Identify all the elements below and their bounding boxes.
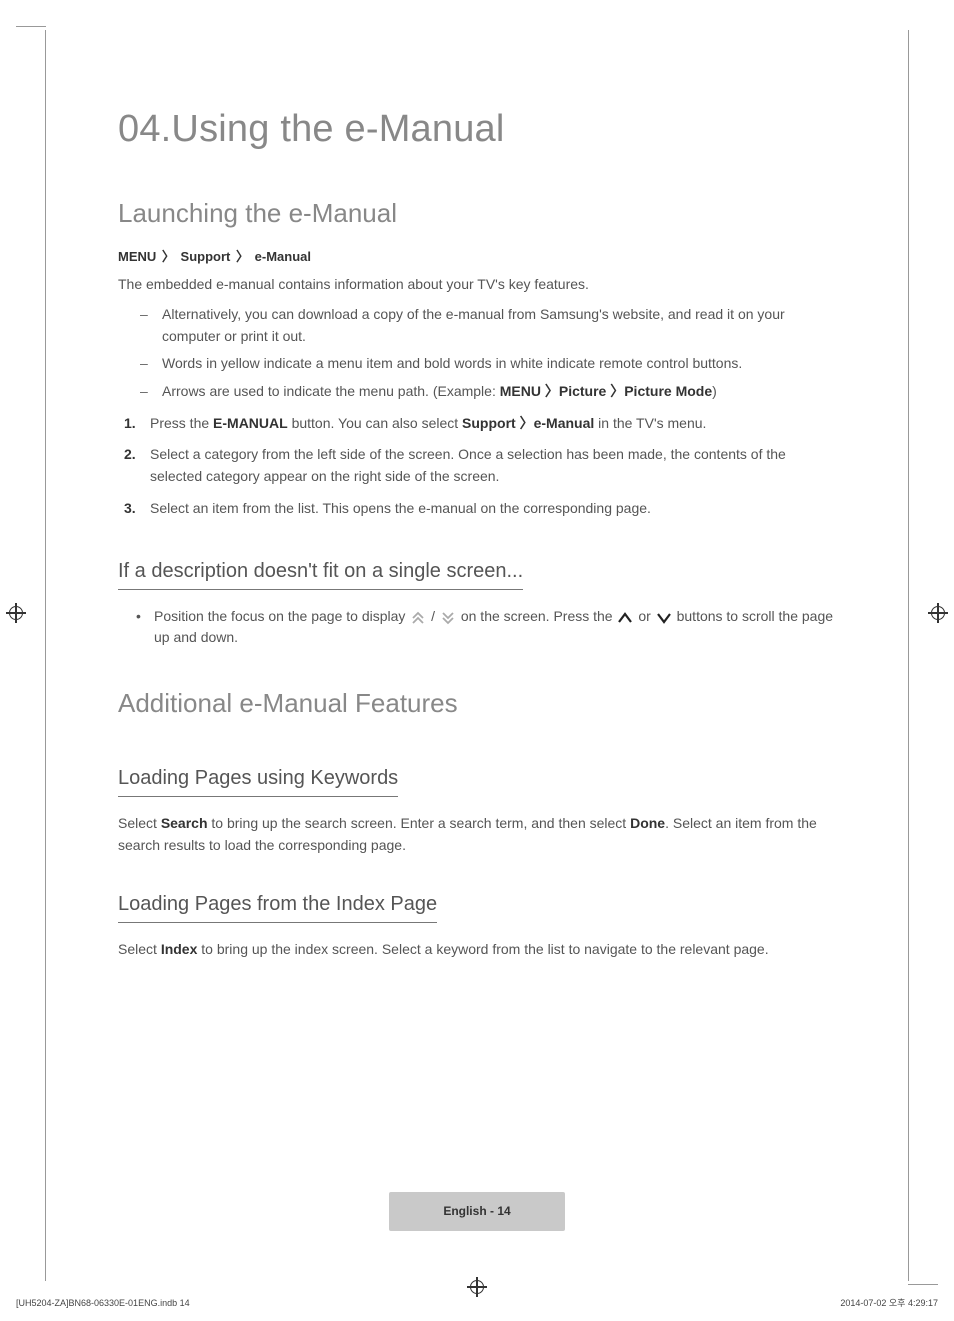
body-text: Select Index to bring up the index scree… xyxy=(118,939,836,961)
chevron-right-icon: 〉 xyxy=(606,383,624,399)
list-item: 3. Select an item from the list. This op… xyxy=(124,498,836,520)
intro-text: The embedded e-manual contains informati… xyxy=(118,274,836,296)
breadcrumb-item: e-Manual xyxy=(255,249,311,264)
steps-list: 1. Press the E-MANUAL button. You can al… xyxy=(118,413,836,520)
bullet-list: Position the focus on the page to displa… xyxy=(118,606,836,649)
section-heading: Launching the e-Manual xyxy=(118,193,836,233)
subsection-heading: Loading Pages using Keywords xyxy=(118,763,398,797)
subsection-heading: If a description doesn't fit on a single… xyxy=(118,556,523,590)
double-chevron-up-icon xyxy=(410,610,426,624)
list-item: Alternatively, you can download a copy o… xyxy=(140,304,836,347)
print-meta-left: [UH5204-ZA]BN68-06330E-01ENG.indb 14 xyxy=(16,1297,190,1311)
chevron-up-icon xyxy=(617,610,633,624)
chevron-right-icon: 〉 xyxy=(541,383,559,399)
list-item: Arrows are used to indicate the menu pat… xyxy=(140,381,836,403)
chevron-right-icon: 〉 xyxy=(160,250,177,265)
list-item: Position the focus on the page to displa… xyxy=(136,606,836,649)
note-list: Alternatively, you can download a copy o… xyxy=(118,304,836,403)
crop-mark xyxy=(908,1284,938,1285)
registration-mark-icon xyxy=(6,603,26,623)
registration-mark-icon xyxy=(928,603,948,623)
chevron-right-icon: 〉 xyxy=(234,250,251,265)
list-item: Words in yellow indicate a menu item and… xyxy=(140,353,836,375)
double-chevron-down-icon xyxy=(440,610,456,624)
print-meta-right: 2014-07-02 오후 4:29:17 xyxy=(840,1297,938,1311)
subsection-heading: Loading Pages from the Index Page xyxy=(118,889,437,923)
print-page: 04.Using the e-Manual Launching the e-Ma… xyxy=(45,30,909,1281)
content-area: 04.Using the e-Manual Launching the e-Ma… xyxy=(46,30,908,960)
crop-mark xyxy=(16,26,46,27)
breadcrumb-item: Support xyxy=(181,249,231,264)
section-heading: Additional e-Manual Features xyxy=(118,683,836,723)
chevron-right-icon: 〉 xyxy=(516,415,534,431)
chevron-down-icon xyxy=(656,610,672,624)
page-number: English - 14 xyxy=(389,1192,564,1231)
body-text: Select Search to bring up the search scr… xyxy=(118,813,836,856)
breadcrumb-item: MENU xyxy=(118,249,156,264)
page-footer: English - 14 xyxy=(46,1192,908,1231)
chapter-title: 04.Using the e-Manual xyxy=(118,100,836,159)
list-item: 2. Select a category from the left side … xyxy=(124,444,836,487)
list-item: 1. Press the E-MANUAL button. You can al… xyxy=(124,413,836,435)
menu-path: MENU 〉 Support 〉 e-Manual xyxy=(118,247,836,268)
registration-mark-icon xyxy=(467,1277,487,1297)
